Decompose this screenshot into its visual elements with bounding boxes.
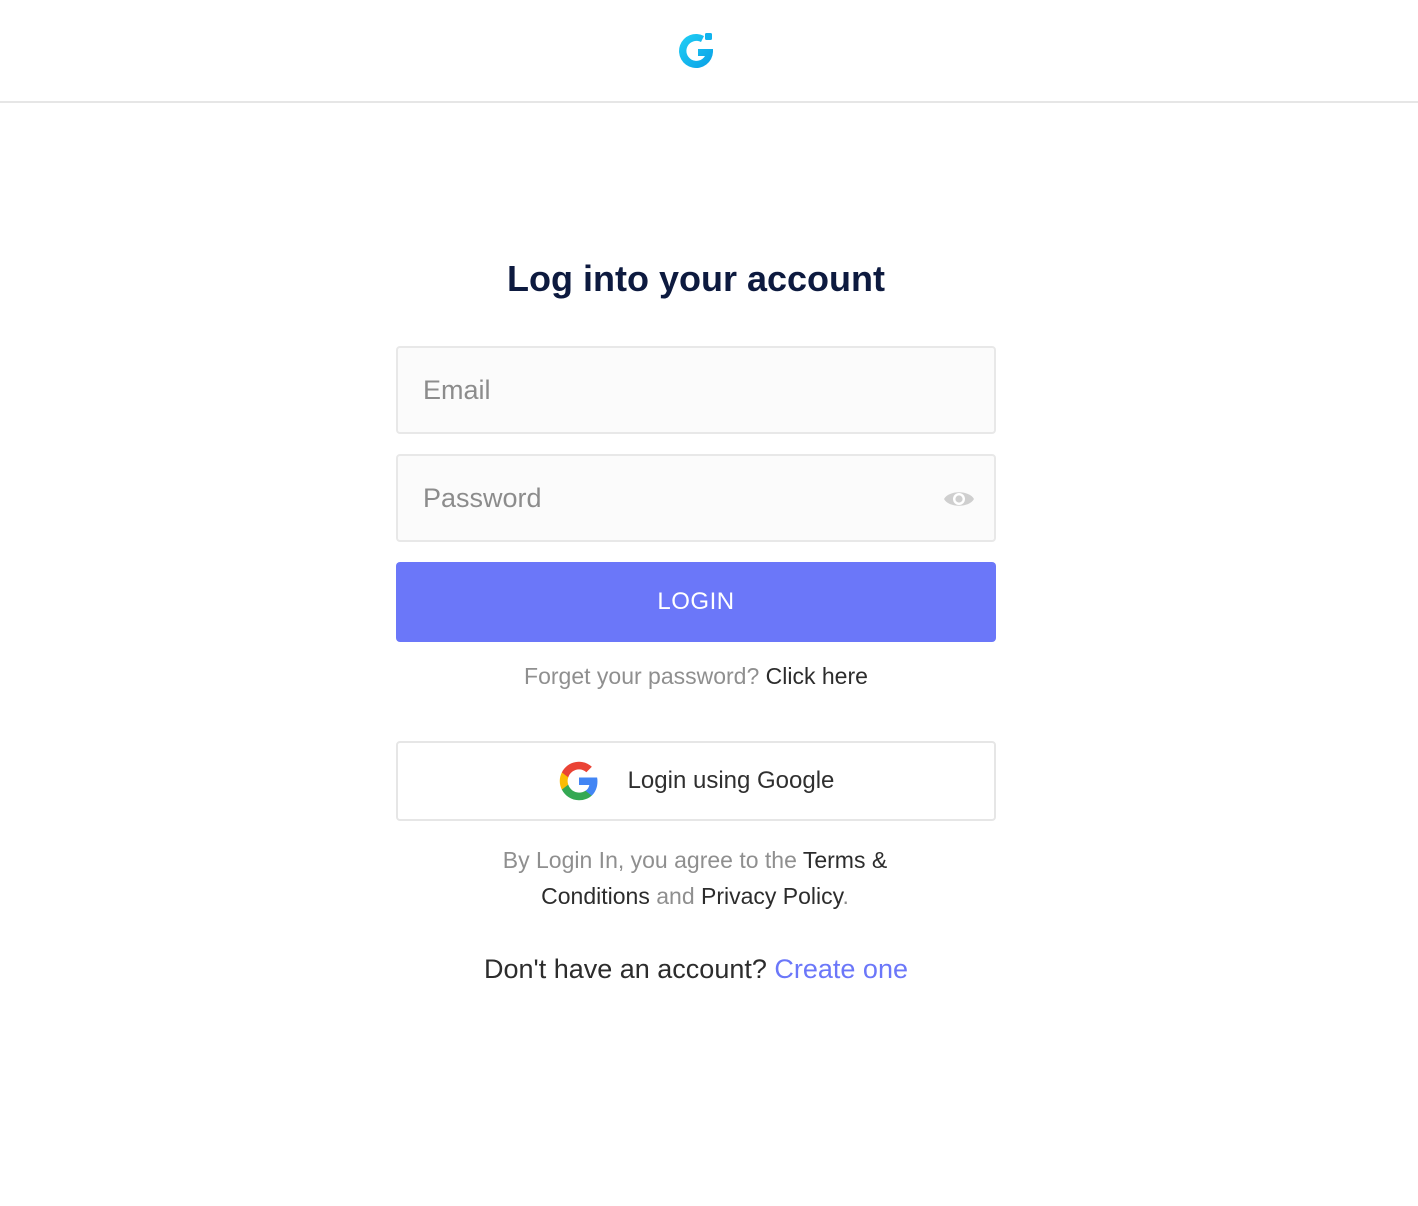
page-title: Log into your account	[507, 258, 885, 299]
forgot-password-line: Forget your password? Click here	[0, 660, 1392, 692]
password-field-wrapper	[396, 454, 996, 542]
brand-logo-icon[interactable]	[674, 28, 718, 72]
password-input[interactable]	[398, 456, 994, 540]
google-login-label: Login using Google	[627, 767, 835, 794]
signup-line: Don't have an account? Create one	[0, 950, 1392, 988]
email-field-wrapper	[396, 346, 996, 434]
create-account-link[interactable]: Create one	[774, 954, 908, 984]
terms-prefix-text: By Login In, you agree to the	[502, 847, 797, 873]
forgot-password-text: Forget your password?	[524, 663, 760, 689]
forgot-password-link[interactable]: Click here	[766, 663, 868, 689]
login-button[interactable]: LOGIN	[396, 562, 996, 642]
google-icon	[558, 760, 600, 802]
privacy-policy-link[interactable]: Privacy Policy	[701, 883, 842, 909]
terms-suffix-text: .	[842, 883, 849, 909]
top-header	[0, 0, 1418, 103]
signup-prompt-text: Don't have an account?	[484, 954, 767, 984]
terms-and-text: and	[656, 883, 695, 909]
email-input[interactable]	[398, 348, 994, 432]
terms-notice: By Login In, you agree to the Terms & Co…	[470, 842, 920, 914]
eye-icon[interactable]	[942, 484, 976, 514]
google-login-button[interactable]: Login using Google	[396, 741, 996, 821]
